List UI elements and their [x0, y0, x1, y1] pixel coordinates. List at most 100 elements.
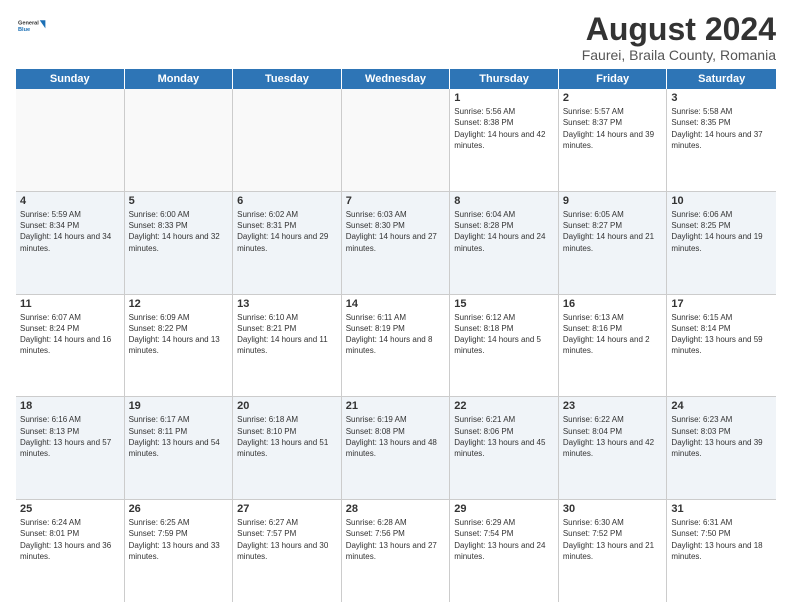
empty-cell-0-1 — [125, 89, 234, 191]
day-cell-7: 7Sunrise: 6:03 AM Sunset: 8:30 PM Daylig… — [342, 192, 451, 294]
logo-icon: GeneralBlue — [18, 12, 46, 40]
day-text-2: Sunrise: 5:57 AM Sunset: 8:37 PM Dayligh… — [563, 106, 663, 151]
day-text-6: Sunrise: 6:02 AM Sunset: 8:31 PM Dayligh… — [237, 209, 337, 254]
day-number-27: 27 — [237, 503, 337, 515]
day-text-10: Sunrise: 6:06 AM Sunset: 8:25 PM Dayligh… — [671, 209, 772, 254]
day-cell-28: 28 Sunrise: 6:28 AM Sunset: 7:56 PM Dayli… — [342, 500, 451, 602]
week-row-1: 1Sunrise: 5:56 AM Sunset: 8:38 PM Daylig… — [16, 89, 776, 192]
day-cell-16: 16 Sunrise: 6:13 AM Sunset: 8:16 PM Dayli… — [559, 295, 668, 397]
day-number-5: 5 — [129, 195, 229, 207]
day-cell-1: 1Sunrise: 5:56 AM Sunset: 8:38 PM Daylig… — [450, 89, 559, 191]
empty-cell-0-0 — [16, 89, 125, 191]
day-text-19: Sunrise: 6:17 AM Sunset: 8:11 PM Dayligh… — [129, 414, 229, 459]
header-tuesday: Tuesday — [233, 69, 342, 89]
day-number-4: 4 — [20, 195, 120, 207]
day-text-4: Sunrise: 5:59 AM Sunset: 8:34 PM Dayligh… — [20, 209, 120, 254]
day-number-3: 3 — [671, 92, 772, 104]
day-text-15: Sunrise: 6:12 AM Sunset: 8:18 PM Dayligh… — [454, 312, 554, 357]
day-cell-19: 19 Sunrise: 6:17 AM Sunset: 8:11 PM Dayli… — [125, 397, 234, 499]
day-cell-21: 21 Sunrise: 6:19 AM Sunset: 8:08 PM Dayli… — [342, 397, 451, 499]
svg-text:General: General — [18, 21, 39, 27]
day-text-29: Sunrise: 6:29 AM Sunset: 7:54 PM Dayligh… — [454, 517, 554, 562]
header-thursday: Thursday — [450, 69, 559, 89]
header-saturday: Saturday — [667, 69, 776, 89]
day-number-2: 2 — [563, 92, 663, 104]
day-cell-3: 3Sunrise: 5:58 AM Sunset: 8:35 PM Daylig… — [667, 89, 776, 191]
day-text-9: Sunrise: 6:05 AM Sunset: 8:27 PM Dayligh… — [563, 209, 663, 254]
empty-cell-0-3 — [342, 89, 451, 191]
day-number-28: 28 — [346, 503, 446, 515]
day-text-5: Sunrise: 6:00 AM Sunset: 8:33 PM Dayligh… — [129, 209, 229, 254]
day-cell-27: 27 Sunrise: 6:27 AM Sunset: 7:57 PM Dayli… — [233, 500, 342, 602]
day-number-8: 8 — [454, 195, 554, 207]
day-cell-15: 15 Sunrise: 6:12 AM Sunset: 8:18 PM Dayli… — [450, 295, 559, 397]
day-cell-2: 2 Sunrise: 5:57 AM Sunset: 8:37 PM Daylig… — [559, 89, 668, 191]
day-cell-18: 18Sunrise: 6:16 AM Sunset: 8:13 PM Dayli… — [16, 397, 125, 499]
day-number-6: 6 — [237, 195, 337, 207]
svg-text:Blue: Blue — [18, 27, 30, 33]
day-number-20: 20 — [237, 400, 337, 412]
month-title: August 2024 — [582, 12, 776, 47]
header: GeneralBlue August 2024 Faurei, Braila C… — [16, 12, 776, 63]
week-row-5: 25 Sunrise: 6:24 AM Sunset: 8:01 PM Dayli… — [16, 500, 776, 602]
day-number-9: 9 — [563, 195, 663, 207]
day-number-17: 17 — [671, 298, 772, 310]
day-number-26: 26 — [129, 503, 229, 515]
day-number-25: 25 — [20, 503, 120, 515]
day-number-16: 16 — [563, 298, 663, 310]
day-text-25: Sunrise: 6:24 AM Sunset: 8:01 PM Dayligh… — [20, 517, 120, 562]
day-number-21: 21 — [346, 400, 446, 412]
day-text-24: Sunrise: 6:23 AM Sunset: 8:03 PM Dayligh… — [671, 414, 772, 459]
day-text-16: Sunrise: 6:13 AM Sunset: 8:16 PM Dayligh… — [563, 312, 663, 357]
day-cell-4: 4 Sunrise: 5:59 AM Sunset: 8:34 PM Daylig… — [16, 192, 125, 294]
day-number-13: 13 — [237, 298, 337, 310]
empty-cell-0-2 — [233, 89, 342, 191]
day-cell-8: 8 Sunrise: 6:04 AM Sunset: 8:28 PM Daylig… — [450, 192, 559, 294]
day-number-23: 23 — [563, 400, 663, 412]
day-number-19: 19 — [129, 400, 229, 412]
day-text-12: Sunrise: 6:09 AM Sunset: 8:22 PM Dayligh… — [129, 312, 229, 357]
day-cell-17: 17 Sunrise: 6:15 AM Sunset: 8:14 PM Dayli… — [667, 295, 776, 397]
day-text-31: Sunrise: 6:31 AM Sunset: 7:50 PM Dayligh… — [671, 517, 772, 562]
day-cell-23: 23 Sunrise: 6:22 AM Sunset: 8:04 PM Dayli… — [559, 397, 668, 499]
day-cell-20: 20 Sunrise: 6:18 AM Sunset: 8:10 PM Dayli… — [233, 397, 342, 499]
day-number-10: 10 — [671, 195, 772, 207]
day-cell-10: 10 Sunrise: 6:06 AM Sunset: 8:25 PM Dayli… — [667, 192, 776, 294]
day-text-30: Sunrise: 6:30 AM Sunset: 7:52 PM Dayligh… — [563, 517, 663, 562]
day-text-8: Sunrise: 6:04 AM Sunset: 8:28 PM Dayligh… — [454, 209, 554, 254]
day-cell-22: 22Sunrise: 6:21 AM Sunset: 8:06 PM Dayli… — [450, 397, 559, 499]
header-friday: Friday — [559, 69, 668, 89]
day-number-31: 31 — [671, 503, 772, 515]
day-number-15: 15 — [454, 298, 554, 310]
week-row-4: 18Sunrise: 6:16 AM Sunset: 8:13 PM Dayli… — [16, 397, 776, 500]
day-text-20: Sunrise: 6:18 AM Sunset: 8:10 PM Dayligh… — [237, 414, 337, 459]
day-cell-25: 25 Sunrise: 6:24 AM Sunset: 8:01 PM Dayli… — [16, 500, 125, 602]
day-text-17: Sunrise: 6:15 AM Sunset: 8:14 PM Dayligh… — [671, 312, 772, 357]
day-number-7: 7 — [346, 195, 446, 207]
week-row-3: 11Sunrise: 6:07 AM Sunset: 8:24 PM Dayli… — [16, 295, 776, 398]
day-number-1: 1 — [454, 92, 554, 104]
day-cell-30: 30 Sunrise: 6:30 AM Sunset: 7:52 PM Dayli… — [559, 500, 668, 602]
day-cell-13: 13Sunrise: 6:10 AM Sunset: 8:21 PM Dayli… — [233, 295, 342, 397]
day-cell-31: 31 Sunrise: 6:31 AM Sunset: 7:50 PM Dayli… — [667, 500, 776, 602]
day-number-14: 14 — [346, 298, 446, 310]
day-text-22: Sunrise: 6:21 AM Sunset: 8:06 PM Dayligh… — [454, 414, 554, 459]
day-cell-9: 9 Sunrise: 6:05 AM Sunset: 8:27 PM Daylig… — [559, 192, 668, 294]
week-row-2: 4 Sunrise: 5:59 AM Sunset: 8:34 PM Daylig… — [16, 192, 776, 295]
day-text-23: Sunrise: 6:22 AM Sunset: 8:04 PM Dayligh… — [563, 414, 663, 459]
logo: GeneralBlue — [16, 12, 46, 40]
calendar-body: 1Sunrise: 5:56 AM Sunset: 8:38 PM Daylig… — [16, 89, 776, 602]
day-text-26: Sunrise: 6:25 AM Sunset: 7:59 PM Dayligh… — [129, 517, 229, 562]
title-block: August 2024 Faurei, Braila County, Roman… — [582, 12, 776, 63]
day-cell-12: 12Sunrise: 6:09 AM Sunset: 8:22 PM Dayli… — [125, 295, 234, 397]
day-text-21: Sunrise: 6:19 AM Sunset: 8:08 PM Dayligh… — [346, 414, 446, 459]
page: GeneralBlue August 2024 Faurei, Braila C… — [0, 0, 792, 612]
header-sunday: Sunday — [16, 69, 125, 89]
day-cell-24: 24Sunrise: 6:23 AM Sunset: 8:03 PM Dayli… — [667, 397, 776, 499]
subtitle: Faurei, Braila County, Romania — [582, 47, 776, 63]
day-text-28: Sunrise: 6:28 AM Sunset: 7:56 PM Dayligh… — [346, 517, 446, 562]
day-text-18: Sunrise: 6:16 AM Sunset: 8:13 PM Dayligh… — [20, 414, 120, 459]
day-number-30: 30 — [563, 503, 663, 515]
day-text-27: Sunrise: 6:27 AM Sunset: 7:57 PM Dayligh… — [237, 517, 337, 562]
day-cell-14: 14Sunrise: 6:11 AM Sunset: 8:19 PM Dayli… — [342, 295, 451, 397]
